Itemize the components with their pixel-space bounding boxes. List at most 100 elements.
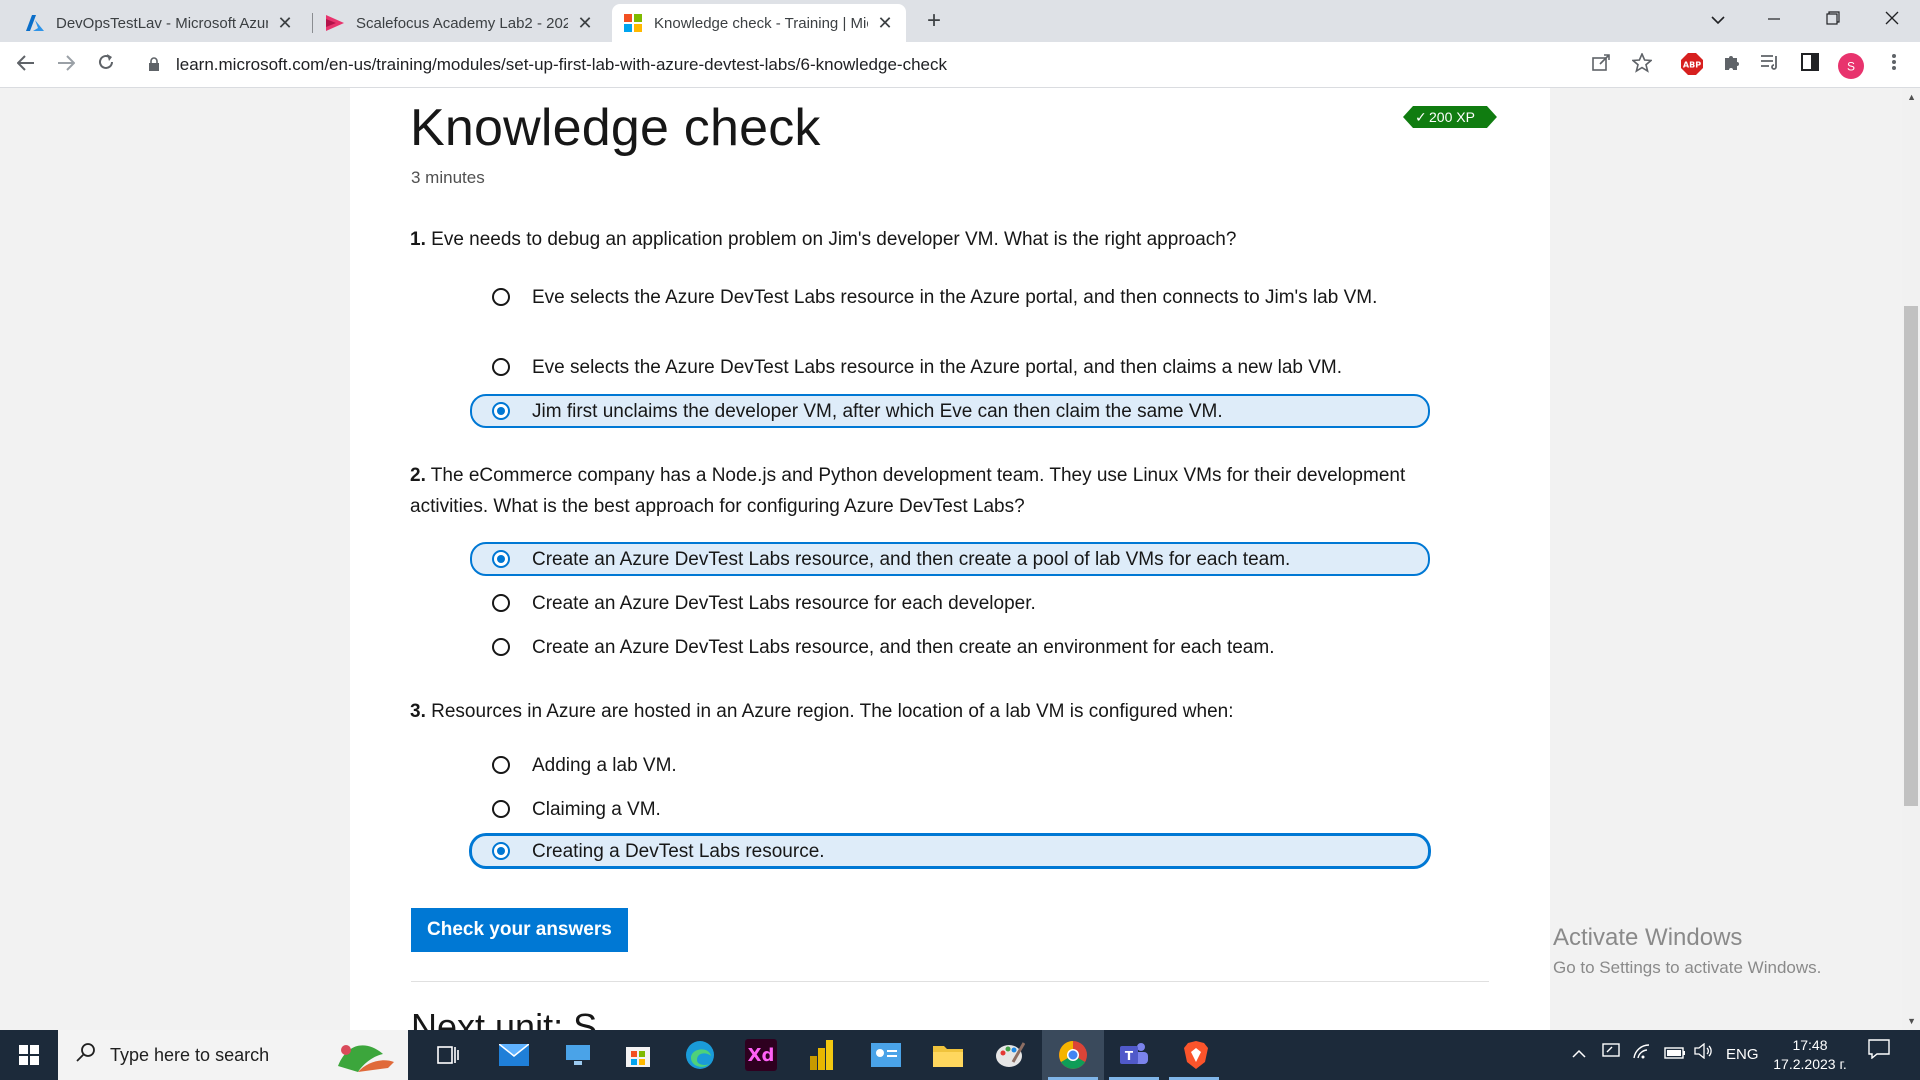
abp-label: ABP — [1683, 61, 1701, 70]
svg-text:T: T — [1125, 1049, 1134, 1063]
question-2-option-3[interactable]: Create an Azure DevTest Labs resource, a… — [470, 630, 1430, 665]
radio-button[interactable] — [492, 756, 510, 774]
file-explorer-icon[interactable] — [932, 1039, 964, 1071]
question-1-option-3[interactable]: Jim first unclaims the developer VM, aft… — [470, 394, 1430, 428]
restore-icon[interactable] — [1805, 0, 1861, 38]
close-icon[interactable]: ✕ — [276, 13, 294, 34]
question-3-option-1[interactable]: Adding a lab VM. — [470, 748, 1430, 783]
search-highlight-bird-icon — [328, 1036, 398, 1080]
tab-search-chevron-icon[interactable] — [1690, 0, 1746, 38]
question-2-option-1[interactable]: Create an Azure DevTest Labs resource, a… — [470, 542, 1430, 576]
chrome-browser-icon[interactable] — [1057, 1039, 1089, 1071]
option-label: Eve selects the Azure DevTest Labs resou… — [532, 287, 1378, 308]
option-label: Creating a DevTest Labs resource. — [532, 840, 825, 862]
pen-tablet-icon[interactable] — [1602, 1030, 1620, 1080]
tab-scalefocus[interactable]: Scalefocus Academy Lab2 - 2023 ✕ — [314, 4, 606, 42]
option-label: Eve selects the Azure DevTest Labs resou… — [532, 357, 1343, 378]
question-1-option-1[interactable]: Eve selects the Azure DevTest Labs resou… — [470, 276, 1430, 319]
adobe-xd-icon[interactable]: Xd — [745, 1039, 777, 1071]
microsoft-icon — [624, 14, 642, 32]
task-view-icon[interactable] — [432, 1039, 464, 1071]
option-label: Create an Azure DevTest Labs resource, a… — [532, 548, 1291, 570]
radio-button[interactable] — [492, 594, 510, 612]
tab-devopstestlav[interactable]: DevOpsTestLav - Microsoft Azure ✕ — [14, 4, 306, 42]
question-text: The eCommerce company has a Node.js and … — [410, 465, 1406, 517]
tab-knowledge-check[interactable]: Knowledge check - Training | Mic ✕ — [612, 4, 906, 42]
question-number: 2. — [410, 465, 426, 486]
radio-button-selected[interactable] — [492, 402, 510, 420]
volume-icon[interactable] — [1694, 1030, 1714, 1080]
question-1-option-2[interactable]: Eve selects the Azure DevTest Labs resou… — [470, 350, 1430, 385]
question-3: 3. Resources in Azure are hosted in an A… — [410, 696, 1470, 727]
radio-button[interactable] — [492, 358, 510, 376]
brave-browser-icon[interactable] — [1180, 1039, 1212, 1071]
next-unit-heading[interactable]: Next unit: S — [411, 1006, 597, 1030]
scrollbar-thumb[interactable] — [1904, 306, 1918, 806]
minimize-icon[interactable] — [1746, 0, 1802, 38]
search-placeholder: Type here to search — [110, 1044, 270, 1065]
close-icon[interactable]: ✕ — [576, 13, 594, 34]
tab-title: Scalefocus Academy Lab2 - 2023 — [356, 14, 568, 32]
paint-palette-icon[interactable] — [994, 1039, 1026, 1071]
lock-icon[interactable] — [148, 56, 162, 74]
tab-title: DevOpsTestLav - Microsoft Azure — [56, 14, 268, 32]
close-window-icon[interactable] — [1864, 0, 1920, 38]
radio-button[interactable] — [492, 800, 510, 818]
address-toolbar: learn.microsoft.com/en-us/training/modul… — [0, 42, 1920, 88]
edge-browser-icon[interactable] — [684, 1039, 716, 1071]
back-icon[interactable] — [12, 51, 40, 79]
scroll-up-arrow-icon[interactable]: ▲ — [1907, 92, 1916, 102]
option-label: Create an Azure DevTest Labs resource, a… — [532, 637, 1275, 658]
forward-icon[interactable] — [52, 51, 80, 79]
windows-start-icon[interactable] — [0, 1030, 58, 1080]
option-label: Adding a lab VM. — [532, 755, 677, 776]
reading-list-icon[interactable] — [1758, 53, 1782, 77]
url-bar[interactable]: learn.microsoft.com/en-us/training/modul… — [140, 48, 1580, 82]
remote-desktop-icon[interactable] — [562, 1039, 594, 1071]
extensions-puzzle-icon[interactable] — [1720, 53, 1744, 77]
taskbar-clock[interactable]: 17:48 17.2.2023 г. — [1765, 1036, 1855, 1074]
tab-title: Knowledge check - Training | Mic — [654, 14, 868, 32]
question-2: 2. The eCommerce company has a Node.js a… — [410, 460, 1470, 522]
radio-button-selected[interactable] — [492, 550, 510, 568]
option-label: Jim first unclaims the developer VM, aft… — [532, 400, 1223, 422]
profile-avatar[interactable]: S — [1838, 53, 1864, 79]
checkmark-icon: ✓ — [1415, 109, 1427, 125]
duration-label: 3 minutes — [411, 168, 485, 187]
browser-menu-icon[interactable] — [1882, 53, 1906, 77]
radio-button[interactable] — [492, 638, 510, 656]
bookmark-star-icon[interactable] — [1630, 51, 1654, 77]
question-2-option-2[interactable]: Create an Azure DevTest Labs resource fo… — [470, 586, 1430, 621]
mail-icon[interactable] — [498, 1039, 530, 1071]
browser-tab-strip: DevOpsTestLav - Microsoft Azure ✕ Scalef… — [0, 0, 1920, 42]
module-content: Knowledge check 3 minutes ✓ 200 XP 1. Ev… — [350, 88, 1550, 1030]
radio-button-selected[interactable] — [492, 842, 510, 860]
check-answers-button[interactable]: Check your answers — [411, 908, 628, 952]
question-3-option-3[interactable]: Creating a DevTest Labs resource. — [470, 834, 1430, 868]
input-language[interactable]: ENG — [1726, 1030, 1759, 1080]
taskbar-search-box[interactable]: Type here to search — [58, 1030, 408, 1080]
adblock-plus-icon[interactable]: ABP — [1680, 53, 1704, 77]
page-scrollbar[interactable]: ▲ ▼ — [1902, 88, 1920, 1030]
teams-icon[interactable]: T — [1118, 1039, 1150, 1071]
wifi-icon[interactable] — [1633, 1030, 1651, 1080]
close-icon[interactable]: ✕ — [876, 13, 894, 34]
new-tab-button[interactable]: + — [918, 6, 950, 38]
play-icon — [326, 14, 344, 32]
reload-icon[interactable] — [92, 51, 120, 79]
url-text[interactable]: learn.microsoft.com/en-us/training/modul… — [176, 55, 947, 75]
radio-button[interactable] — [492, 288, 510, 306]
tray-overflow-chevron-icon[interactable] — [1572, 1030, 1586, 1080]
share-icon[interactable] — [1590, 53, 1614, 77]
contacts-card-icon[interactable] — [870, 1039, 902, 1071]
question-3-option-2[interactable]: Claiming a VM. — [470, 792, 1430, 827]
scroll-down-arrow-icon[interactable]: ▼ — [1907, 1016, 1916, 1026]
battery-icon[interactable] — [1664, 1030, 1686, 1080]
xp-badge-label: 200 XP — [1429, 109, 1475, 125]
microsoft-store-icon[interactable] — [622, 1039, 654, 1071]
notification-center-icon[interactable] — [1868, 1030, 1890, 1080]
activate-windows-watermark: Activate Windows Go to Settings to activ… — [1553, 924, 1821, 978]
power-bi-icon[interactable] — [806, 1039, 838, 1071]
question-text: Eve needs to debug an application proble… — [431, 229, 1237, 250]
side-panel-icon[interactable] — [1798, 53, 1822, 77]
